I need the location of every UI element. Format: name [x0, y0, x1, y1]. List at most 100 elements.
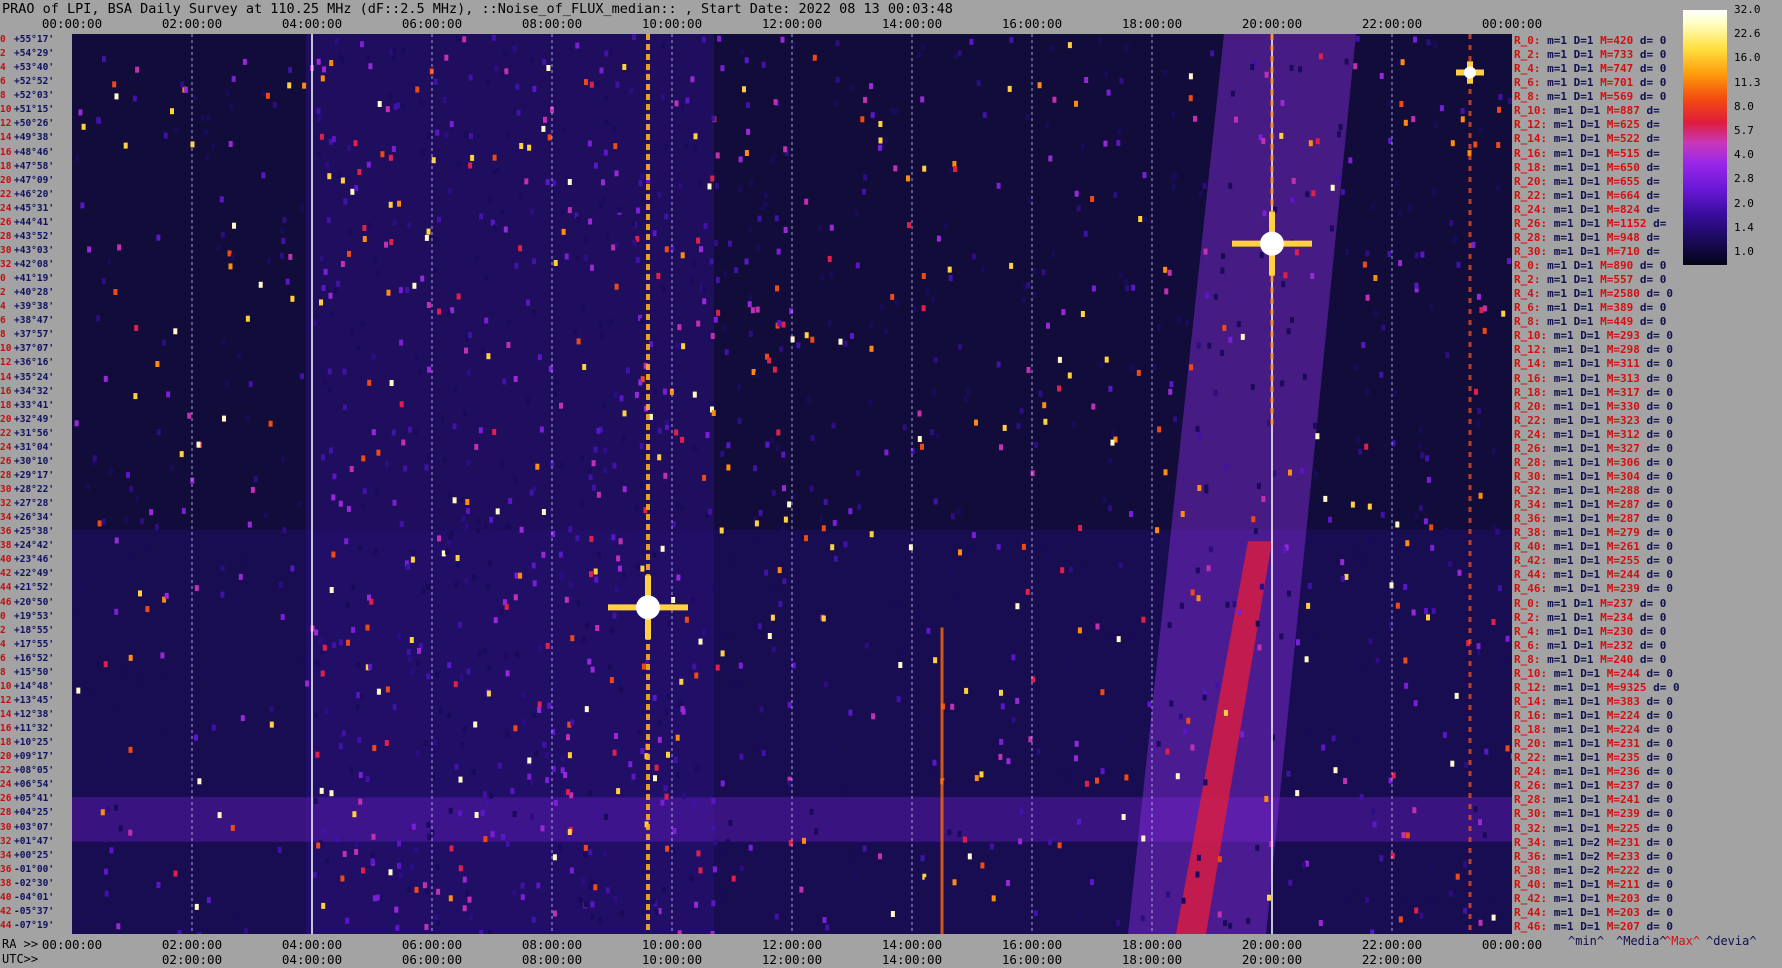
stats-de: d= 0 [1646, 807, 1674, 821]
stats-row: R_10: m=1 D=1 M=244 d= 0 [1514, 667, 1673, 680]
dec-row: 8 +15°50' [0, 667, 54, 678]
noise-pixel [358, 798, 363, 805]
noise-pixel [1318, 920, 1323, 926]
noise-pixel [395, 924, 400, 931]
noise-pixel [680, 436, 685, 443]
stats-de: d= 0 [1646, 484, 1674, 497]
noise-pixel [593, 884, 598, 891]
stats-dd: D=1 [1573, 259, 1601, 272]
colorbar-tick-label: 8.0 [1734, 99, 1754, 113]
noise-pixel [850, 333, 854, 339]
noise-pixel [757, 745, 762, 752]
noise-pixel [1318, 53, 1323, 60]
noise-pixel [86, 483, 91, 490]
noise-pixel [584, 236, 589, 243]
noise-pixel [512, 811, 517, 817]
stats-m: M=625 [1606, 118, 1647, 132]
noise-pixel [346, 505, 351, 512]
noise-pixel [328, 292, 333, 299]
noise-pixel [1399, 101, 1404, 107]
noise-pixel [804, 535, 808, 542]
noise-pixel [538, 645, 542, 652]
stats-de: d= 0 [1646, 765, 1674, 779]
noise-pixel [1454, 692, 1459, 699]
noise-pixel [236, 913, 241, 920]
stats-rn: R_42: [1514, 891, 1554, 905]
noise-pixel [1395, 602, 1400, 609]
stats-de: d= 0 [1646, 709, 1674, 722]
stats-m: M=222 [1606, 863, 1647, 877]
noise-pixel [580, 304, 585, 311]
stats-m: M=207 [1606, 919, 1647, 933]
noise-pixel [848, 508, 853, 515]
dec-row: 38 -02°30' [0, 878, 54, 889]
stats-mm: m=1 [1547, 638, 1574, 652]
noise-pixel [211, 724, 216, 731]
noise-pixel [675, 342, 680, 349]
noise-pixel [609, 677, 614, 684]
noise-pixel [1352, 890, 1357, 897]
noise-pixel [1042, 402, 1047, 409]
stats-mm: m=1 [1553, 371, 1581, 385]
noise-pixel [1083, 230, 1088, 237]
dec-row-index: 12 [0, 357, 12, 369]
noise-pixel [1046, 551, 1050, 558]
noise-pixel [1267, 894, 1271, 901]
noise-pixel [1359, 558, 1364, 565]
noise-pixel [1015, 603, 1020, 610]
noise-pixel [1372, 821, 1377, 828]
noise-pixel [521, 691, 526, 698]
noise-pixel [1390, 852, 1395, 859]
noise-pixel [374, 489, 379, 496]
noise-pixel [180, 81, 185, 88]
stats-de: d= 0 [1639, 273, 1667, 287]
noise-pixel [389, 380, 394, 386]
noise-pixel [1439, 105, 1444, 112]
noise-pixel [663, 785, 668, 792]
dec-row-index: 2 [0, 624, 6, 636]
stats-m: M=244 [1606, 666, 1647, 680]
noise-pixel [373, 548, 378, 555]
noise-pixel [96, 315, 101, 322]
stats-mm: m=1 [1553, 399, 1581, 413]
stats-mm: m=1 [1553, 174, 1581, 188]
noise-pixel [495, 167, 500, 174]
noise-pixel [1221, 253, 1225, 260]
noise-pixel [463, 410, 468, 416]
noise-pixel [1286, 770, 1291, 777]
stats-mm: m=1 [1553, 146, 1581, 160]
stats-mm: m=1 [1553, 905, 1581, 919]
noise-pixel [514, 262, 519, 269]
noise-pixel [609, 318, 614, 325]
noise-pixel [796, 342, 801, 349]
noise-pixel [1420, 587, 1425, 594]
stats-rn: R_8: [1514, 315, 1548, 329]
noise-pixel [371, 833, 376, 840]
stats-mm: m=1 [1553, 835, 1581, 849]
noise-pixel [774, 913, 779, 920]
ra-axis-tick-5: 10:00:00 [641, 937, 703, 952]
stats-dd: D=1 [1580, 230, 1607, 244]
noise-pixel [101, 278, 106, 285]
noise-pixel [603, 149, 608, 156]
utc-axis-tick-7: 16:00:00 [1001, 952, 1063, 967]
noise-pixel [1306, 602, 1311, 609]
stats-rn: R_2: [1514, 273, 1548, 287]
noise-pixel [1173, 416, 1177, 423]
dec-row: 14 +49°38' [0, 132, 54, 143]
noise-pixel [681, 793, 686, 800]
top-axis-tick-11: 22:00:00 [1361, 16, 1423, 31]
noise-pixel [820, 274, 825, 281]
noise-pixel [349, 466, 354, 472]
noise-pixel [513, 725, 518, 732]
noise-pixel [1124, 774, 1129, 781]
noise-pixel [609, 49, 614, 56]
noise-pixel [119, 707, 124, 714]
noise-pixel [360, 41, 364, 48]
stats-mm: m=1 [1547, 76, 1574, 90]
noise-pixel [221, 339, 226, 346]
stats-dd: D=1 [1580, 765, 1607, 779]
noise-pixel [484, 274, 489, 281]
noise-pixel [388, 154, 393, 161]
noise-pixel [493, 617, 498, 624]
